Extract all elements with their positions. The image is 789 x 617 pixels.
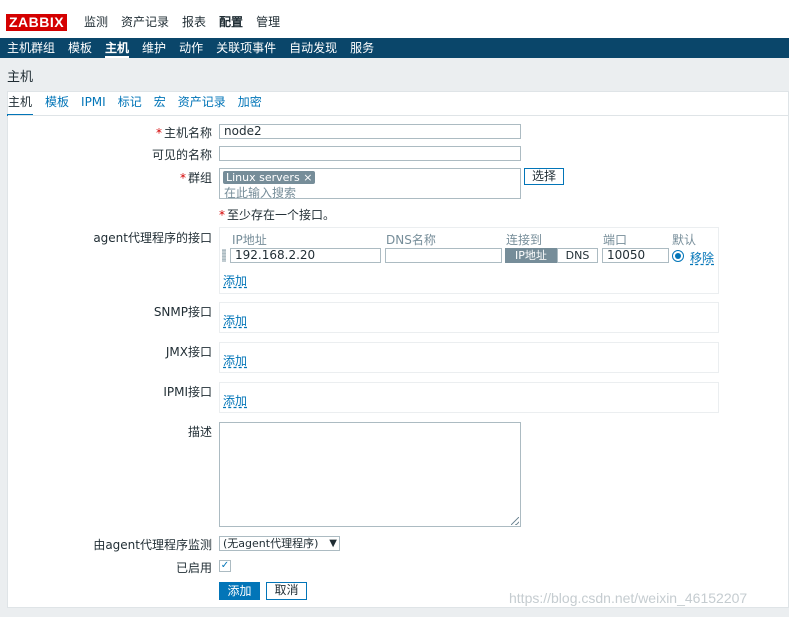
groups-search-input[interactable]: 在此输入搜索 xyxy=(224,184,296,201)
top-nav-inventory[interactable]: 资产记录 xyxy=(121,14,169,31)
zabbix-logo[interactable]: ZABBIX xyxy=(6,14,68,31)
ipmi-interfaces-label: IPMI接口 xyxy=(163,385,212,399)
jmx-interfaces-box xyxy=(219,342,719,373)
top-nav-administration[interactable]: 管理 xyxy=(256,14,280,31)
sub-nav-actions[interactable]: 动作 xyxy=(179,38,203,58)
default-interface-radio[interactable] xyxy=(672,250,684,262)
tab-encryption[interactable]: 加密 xyxy=(238,93,262,116)
drag-handle-icon[interactable] xyxy=(222,249,226,262)
ipmi-interfaces-box xyxy=(219,382,719,413)
proxy-label: 由agent代理程序监测 xyxy=(93,538,212,552)
interface-note: * 至少存在一个接口。 xyxy=(219,208,336,222)
proxy-select[interactable]: (无agent代理程序) ▼ xyxy=(219,536,340,551)
add-ipmi-interface-link[interactable]: 添加 xyxy=(223,392,247,409)
description-label: 描述 xyxy=(187,425,212,439)
add-button[interactable]: 添加 xyxy=(219,582,260,600)
sub-nav-services[interactable]: 服务 xyxy=(350,38,374,58)
groups-label: * 群组 xyxy=(179,171,212,185)
header-ip: IP地址 xyxy=(232,233,267,247)
visible-name-label: 可见的名称 xyxy=(151,148,212,162)
tab-divider xyxy=(8,115,788,116)
cancel-button[interactable]: 取消 xyxy=(266,582,307,600)
top-nav-monitoring[interactable]: 监测 xyxy=(84,14,108,31)
snmp-interfaces-box xyxy=(219,302,719,333)
form-tabs: 主机 模板 IPMI 标记 宏 资产记录 加密 xyxy=(7,93,262,116)
connect-ip-button[interactable]: IP地址 xyxy=(505,248,557,263)
tab-tags[interactable]: 标记 xyxy=(118,93,142,116)
sub-nav-discovery[interactable]: 自动发现 xyxy=(289,38,337,58)
top-nav-reports[interactable]: 报表 xyxy=(182,14,206,31)
tab-inventory[interactable]: 资产记录 xyxy=(178,93,226,116)
header-dns: DNS名称 xyxy=(386,233,436,247)
page-title: 主机 xyxy=(7,70,34,85)
watermark-text: https://blog.csdn.net/weixin_46152207 xyxy=(509,590,748,606)
top-nav: 监测 资产记录 报表 配置 管理 xyxy=(84,14,280,31)
tag-remove-icon[interactable]: × xyxy=(303,171,312,184)
top-nav-configuration[interactable]: 配置 xyxy=(219,14,243,31)
chevron-down-icon: ▼ xyxy=(329,538,337,549)
tab-ipmi[interactable]: IPMI xyxy=(81,93,106,116)
resize-handle-icon[interactable] xyxy=(511,517,519,525)
add-agent-interface-link[interactable]: 添加 xyxy=(223,272,247,289)
tab-templates[interactable]: 模板 xyxy=(45,93,69,116)
port-input[interactable]: 10050 xyxy=(602,248,669,263)
remove-interface-link[interactable]: 移除 xyxy=(690,249,714,266)
host-name-label: * 主机名称 xyxy=(155,126,212,140)
add-snmp-interface-link[interactable]: 添加 xyxy=(223,312,247,329)
sub-nav-host-groups[interactable]: 主机群组 xyxy=(7,38,55,58)
sub-nav-correlation[interactable]: 关联项事件 xyxy=(216,38,276,58)
sub-nav-hosts[interactable]: 主机 xyxy=(105,38,130,58)
enabled-checkbox[interactable]: ✓ xyxy=(219,560,231,572)
connect-dns-button[interactable]: DNS xyxy=(557,248,598,263)
jmx-interfaces-label: JMX接口 xyxy=(165,345,212,359)
sub-nav-maintenance[interactable]: 维护 xyxy=(142,38,166,58)
header-default: 默认 xyxy=(672,233,697,247)
header-port: 端口 xyxy=(603,233,628,247)
snmp-interfaces-label: SNMP接口 xyxy=(153,305,212,319)
dns-name-input[interactable] xyxy=(385,248,502,263)
visible-name-input[interactable] xyxy=(219,146,521,161)
sub-nav-templates[interactable]: 模板 xyxy=(68,38,92,58)
enabled-label: 已启用 xyxy=(175,561,212,575)
groups-multiselect[interactable]: Linux servers × 在此输入搜索 xyxy=(219,168,521,201)
header-connect: 连接到 xyxy=(506,233,543,247)
tab-host[interactable]: 主机 xyxy=(7,93,34,116)
required-marker: * xyxy=(155,126,162,140)
host-name-input[interactable]: node2 xyxy=(219,124,521,139)
sub-nav: 主机群组 模板 主机 维护 动作 关联项事件 自动发现 服务 xyxy=(0,38,789,58)
top-header: ZABBIX 监测 资产记录 报表 配置 管理 xyxy=(0,0,789,38)
group-tag: Linux servers × xyxy=(223,171,316,184)
description-textarea[interactable] xyxy=(219,422,521,527)
add-jmx-interface-link[interactable]: 添加 xyxy=(223,352,247,369)
tab-macros[interactable]: 宏 xyxy=(154,93,166,116)
ip-address-input[interactable]: 192.168.2.20 xyxy=(230,248,381,263)
select-groups-button[interactable]: 选择 xyxy=(524,168,564,185)
agent-interfaces-label: agent代理程序的接口 xyxy=(93,231,212,245)
